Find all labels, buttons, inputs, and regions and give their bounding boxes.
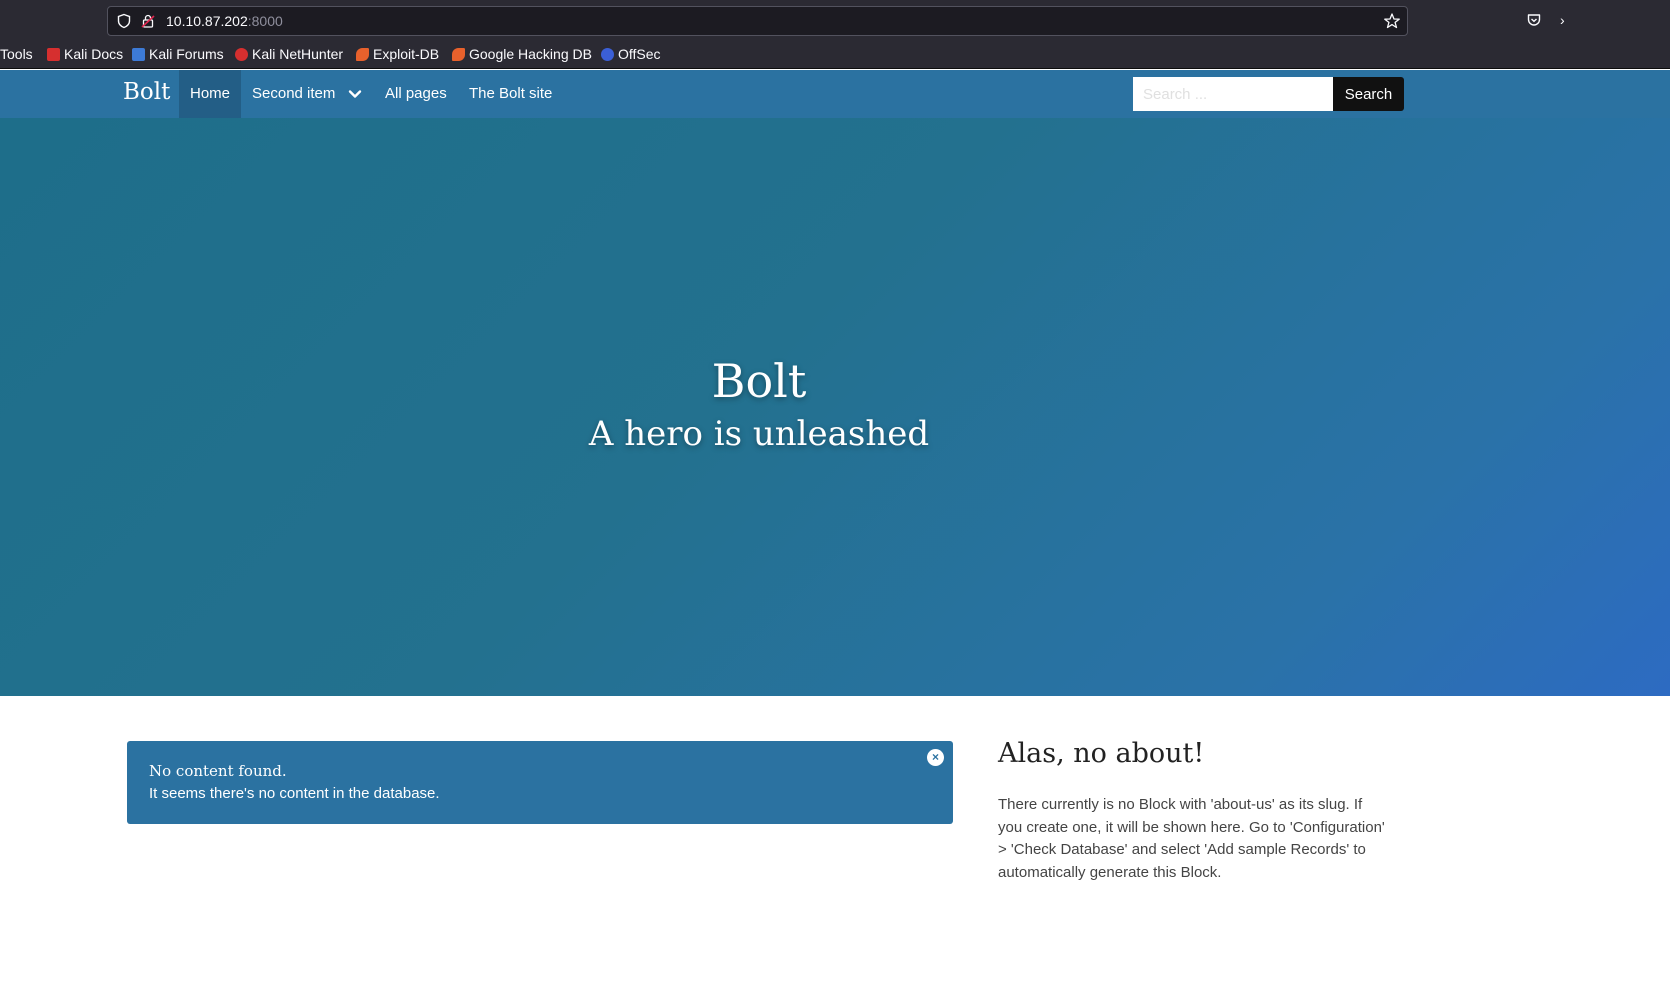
alert-body: It seems there's no content in the datab… — [149, 785, 440, 802]
url-port: :8000 — [247, 13, 283, 29]
exploit-db-icon — [356, 47, 369, 61]
no-content-alert: No content found. It seems there's no co… — [127, 741, 953, 824]
url-text[interactable]: 10.10.87.202:8000 — [166, 13, 283, 29]
bookmark-label: Kali NetHunter — [252, 46, 344, 62]
bookmark-label: Tools — [0, 46, 33, 62]
url-bar[interactable]: 10.10.87.202:8000 — [107, 6, 1408, 36]
bookmark-kali-forums[interactable]: Kali Forums — [132, 46, 224, 62]
bookmark-google-hacking-db[interactable]: Google Hacking DB — [452, 46, 592, 62]
pocket-icon[interactable] — [1526, 12, 1542, 28]
ghdb-icon — [452, 47, 465, 61]
tracking-protection-shield-icon[interactable] — [116, 13, 132, 29]
offsec-icon — [601, 47, 614, 61]
site-brand[interactable]: Bolt — [123, 79, 170, 105]
hero-subtitle: A hero is unleashed — [588, 414, 930, 454]
nav-item-bolt-site[interactable]: The Bolt site — [469, 70, 552, 118]
bookmark-label: OffSec — [618, 46, 661, 62]
close-icon[interactable]: × — [927, 749, 944, 766]
browser-toolbar: 10.10.87.202:8000 › — [0, 0, 1670, 42]
bookmark-label: Kali Forums — [149, 46, 224, 62]
kali-forums-icon — [132, 47, 145, 61]
hero-title: Bolt — [711, 354, 807, 408]
bookmark-label: Kali Docs — [64, 46, 124, 62]
url-host: 10.10.87.202 — [166, 13, 248, 29]
search-input[interactable] — [1133, 77, 1334, 111]
kali-docs-icon — [47, 47, 60, 61]
insecure-lock-icon[interactable] — [140, 13, 156, 29]
bookmarks-toolbar: Tools Kali Docs Kali Forums Kali NetHunt… — [0, 42, 1670, 69]
bookmark-kali-docs[interactable]: Kali Docs — [47, 46, 123, 62]
about-title: Alas, no about! — [998, 738, 1205, 769]
nav-item-second-item[interactable]: Second item — [252, 70, 362, 118]
alert-title: No content found. — [149, 762, 287, 780]
bookmark-star-icon[interactable] — [1383, 12, 1401, 30]
kali-nethunter-icon — [235, 47, 248, 61]
nav-item-all-pages[interactable]: All pages — [385, 70, 447, 118]
nav-item-home[interactable]: Home — [179, 70, 242, 118]
bookmark-offsec[interactable]: OffSec — [601, 46, 661, 62]
overflow-chevron-icon[interactable]: › — [1560, 12, 1572, 28]
chevron-down-icon — [348, 90, 361, 98]
search-button[interactable]: Search — [1333, 77, 1404, 111]
site-navbar: Bolt Home Second item All pages The Bolt… — [0, 70, 1670, 118]
bookmark-kali-nethunter[interactable]: Kali NetHunter — [235, 46, 343, 62]
bookmark-tools[interactable]: Tools — [0, 46, 33, 62]
bookmark-label: Google Hacking DB — [469, 46, 592, 62]
hero-banner: Bolt A hero is unleashed — [0, 118, 1670, 696]
bookmark-exploit-db[interactable]: Exploit-DB — [356, 46, 439, 62]
nav-item-label: Second item — [252, 85, 336, 102]
about-text: There currently is no Block with 'about-… — [998, 796, 1385, 881]
bookmark-label: Exploit-DB — [373, 46, 440, 62]
